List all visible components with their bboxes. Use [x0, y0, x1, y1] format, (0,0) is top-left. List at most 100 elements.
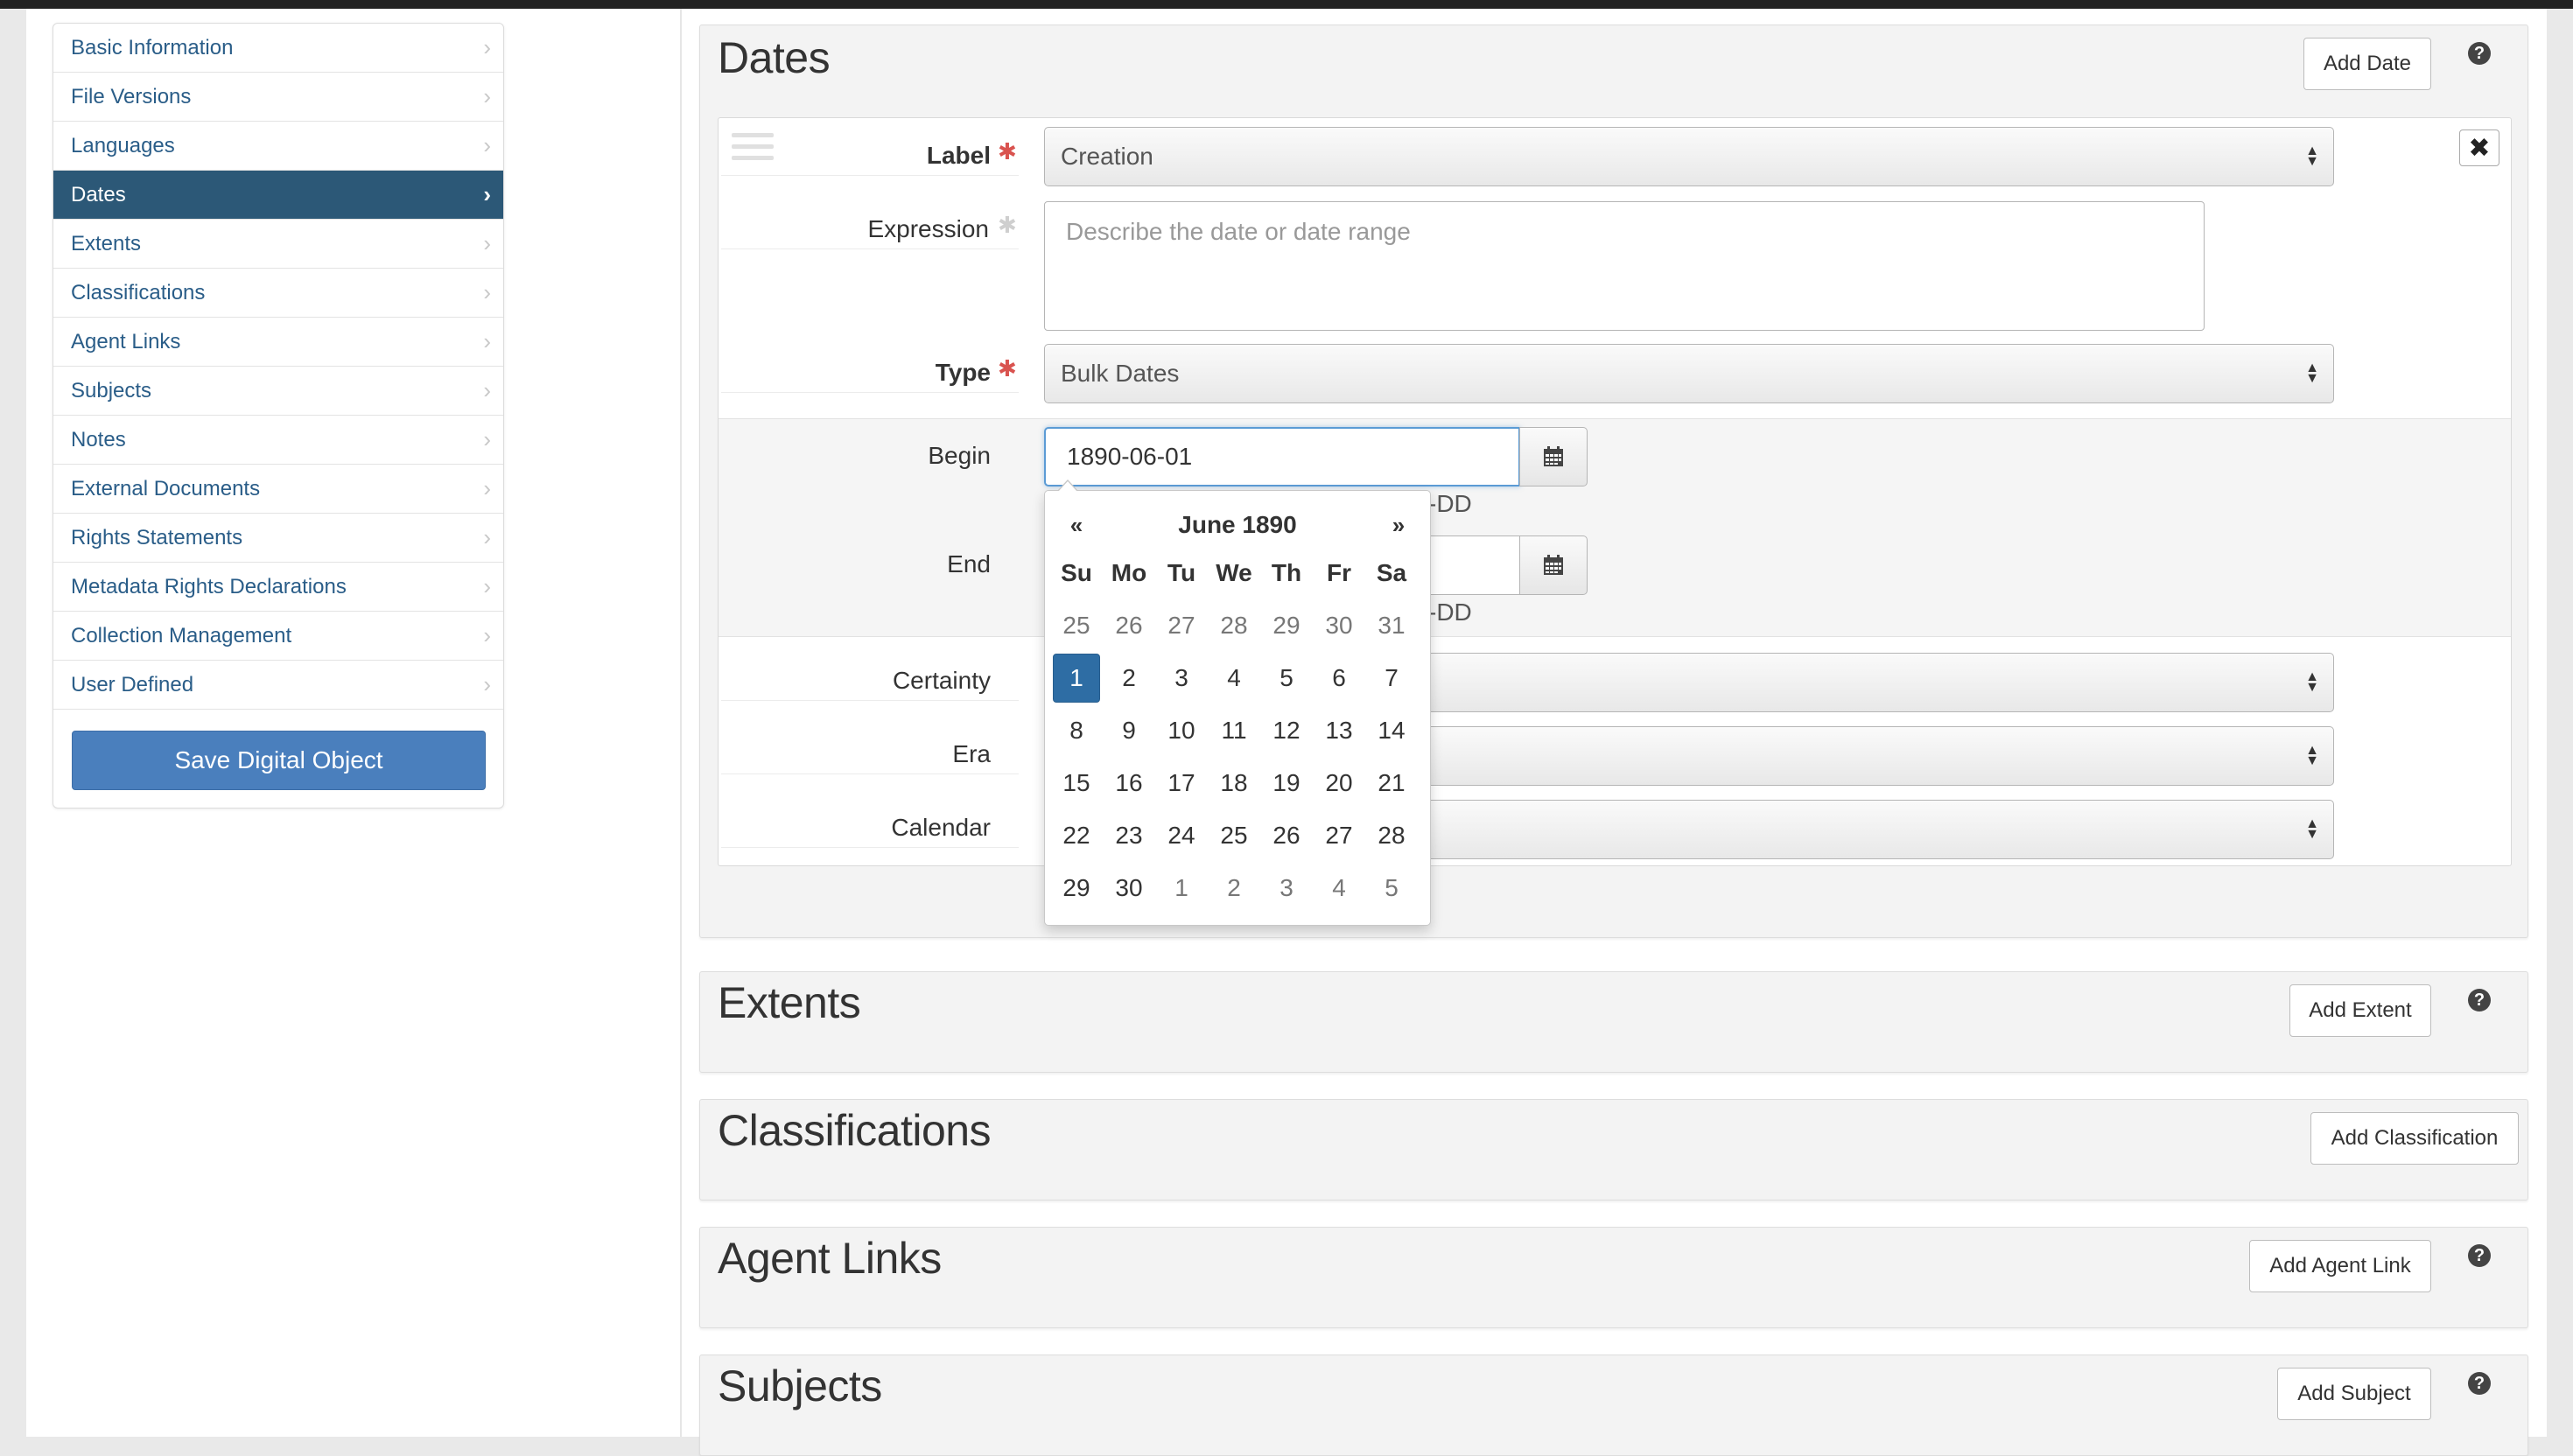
sidebar-item-subjects[interactable]: Subjects ›: [53, 367, 503, 416]
expression-textarea[interactable]: Describe the date or date range: [1044, 201, 2205, 331]
datepicker-day[interactable]: 19: [1260, 757, 1313, 809]
datepicker-day[interactable]: 28: [1365, 809, 1418, 862]
add-agent-link-button[interactable]: Add Agent Link: [2249, 1240, 2431, 1292]
add-classification-button[interactable]: Add Classification: [2310, 1112, 2519, 1165]
datepicker-day-other-month[interactable]: 29: [1260, 599, 1313, 652]
datepicker-day[interactable]: 5: [1260, 652, 1313, 704]
datepicker-day[interactable]: 20: [1313, 757, 1365, 809]
datepicker-day-other-month[interactable]: 3: [1260, 862, 1313, 914]
datepicker-day[interactable]: 4: [1208, 652, 1260, 704]
datepicker-day[interactable]: 11: [1208, 704, 1260, 757]
sidebar-item-label: Dates: [71, 182, 126, 206]
datepicker-day[interactable]: 17: [1155, 757, 1208, 809]
datepicker-day-other-month[interactable]: 4: [1313, 862, 1365, 914]
next-month-button[interactable]: »: [1372, 512, 1425, 539]
datepicker-day[interactable]: 27: [1313, 809, 1365, 862]
sidebar-item-label: Agent Links: [71, 329, 181, 354]
sidebar-item-label: Metadata Rights Declarations: [71, 574, 347, 598]
datepicker-day[interactable]: 26: [1260, 809, 1313, 862]
datepicker-day-other-month[interactable]: 2: [1208, 862, 1260, 914]
sidebar-item-label: Extents: [71, 231, 142, 256]
datepicker-day-other-month[interactable]: 31: [1365, 599, 1418, 652]
end-format-hint: -DD: [1428, 598, 1472, 626]
sidebar-item-label: Classifications: [71, 280, 206, 304]
sidebar-item-languages[interactable]: Languages ›: [53, 122, 503, 171]
add-extent-button[interactable]: Add Extent: [2289, 984, 2431, 1037]
end-calendar-button[interactable]: [1519, 536, 1588, 595]
begin-date-input[interactable]: 1890-06-01: [1044, 427, 1520, 486]
sidebar-item-label: Notes: [71, 427, 126, 452]
help-icon[interactable]: ?: [2468, 989, 2491, 1012]
datepicker-day[interactable]: 6: [1313, 652, 1365, 704]
label-select[interactable]: Creation ▲ ▼: [1044, 127, 2334, 186]
subjects-title: Subjects: [718, 1362, 882, 1410]
datepicker-day[interactable]: 3: [1155, 652, 1208, 704]
sidebar-item-external-documents[interactable]: External Documents ›: [53, 465, 503, 514]
add-subject-button[interactable]: Add Subject: [2277, 1368, 2431, 1420]
divider: [721, 175, 1019, 176]
save-digital-object-button[interactable]: Save Digital Object: [72, 731, 486, 790]
required-icon: ✱: [998, 212, 1017, 238]
begin-calendar-button[interactable]: [1519, 427, 1588, 486]
sidebar-item-agent-links[interactable]: Agent Links ›: [53, 318, 503, 367]
remove-subrecord-icon[interactable]: ✖: [2459, 130, 2499, 166]
datepicker-day[interactable]: 24: [1155, 809, 1208, 862]
datepicker-day[interactable]: 18: [1208, 757, 1260, 809]
sidebar-item-file-versions[interactable]: File Versions ›: [53, 73, 503, 122]
sidebar-item-dates[interactable]: Dates ›: [53, 171, 503, 220]
end-field-label: End: [947, 550, 991, 578]
help-icon[interactable]: ?: [2468, 42, 2491, 65]
datepicker-day[interactable]: 10: [1155, 704, 1208, 757]
datepicker-day[interactable]: 14: [1365, 704, 1418, 757]
datepicker-day[interactable]: 22: [1050, 809, 1103, 862]
datepicker-day[interactable]: 15: [1050, 757, 1103, 809]
datepicker-grid: Su Mo Tu We Th Fr Sa 25 26 27 28 29 30 31 1 2 3 4 5 6 7 8 9 10 1…: [1050, 547, 1425, 914]
datepicker-day[interactable]: 25: [1208, 809, 1260, 862]
datepicker-day[interactable]: 16: [1103, 757, 1155, 809]
sidebar-item-user-defined[interactable]: User Defined ›: [53, 661, 503, 710]
datepicker-day[interactable]: 7: [1365, 652, 1418, 704]
chevron-right-icon: ›: [483, 426, 491, 452]
help-icon[interactable]: ?: [2468, 1372, 2491, 1395]
datepicker-day[interactable]: 29: [1050, 862, 1103, 914]
select-arrows-icon: ▲ ▼: [2305, 816, 2319, 842]
datepicker-day[interactable]: 2: [1103, 652, 1155, 704]
datepicker-day[interactable]: 21: [1365, 757, 1418, 809]
begin-format-hint: -DD: [1428, 490, 1472, 517]
add-date-button[interactable]: Add Date: [2303, 38, 2431, 90]
help-icon[interactable]: ?: [2468, 1244, 2491, 1267]
prev-month-button[interactable]: «: [1050, 512, 1103, 539]
sidebar-item-metadata-rights-declarations[interactable]: Metadata Rights Declarations ›: [53, 563, 503, 612]
datepicker-day-other-month[interactable]: 27: [1155, 599, 1208, 652]
datepicker-day-other-month[interactable]: 5: [1365, 862, 1418, 914]
datepicker-day[interactable]: 12: [1260, 704, 1313, 757]
datepicker-day[interactable]: 9: [1103, 704, 1155, 757]
chevron-right-icon: ›: [483, 622, 491, 648]
sidebar-item-rights-statements[interactable]: Rights Statements ›: [53, 514, 503, 563]
sidebar-item-extents[interactable]: Extents ›: [53, 220, 503, 269]
calendar-icon: [1544, 446, 1563, 466]
sidebar-item-basic-information[interactable]: Basic Information ›: [53, 24, 503, 73]
extents-title: Extents: [718, 978, 861, 1027]
chevron-right-icon: ›: [483, 671, 491, 697]
datepicker-day[interactable]: 1: [1053, 654, 1100, 703]
datepicker-day-other-month[interactable]: 26: [1103, 599, 1155, 652]
datepicker-day[interactable]: 23: [1103, 809, 1155, 862]
select-arrows-icon: ▲ ▼: [2305, 669, 2319, 695]
weekday-header: Su: [1061, 559, 1092, 586]
sidebar-item-notes[interactable]: Notes ›: [53, 416, 503, 465]
sidebar-item-collection-management[interactable]: Collection Management ›: [53, 612, 503, 661]
calendar-icon: [1544, 555, 1563, 575]
datepicker-month-title[interactable]: June 1890: [1103, 511, 1372, 539]
datepicker-day[interactable]: 8: [1050, 704, 1103, 757]
datepicker-day-other-month[interactable]: 28: [1208, 599, 1260, 652]
type-select[interactable]: Bulk Dates ▲ ▼: [1044, 344, 2334, 403]
datepicker-day-other-month[interactable]: 1: [1155, 862, 1208, 914]
sidebar-item-classifications[interactable]: Classifications ›: [53, 269, 503, 318]
datepicker-day-other-month[interactable]: 30: [1313, 599, 1365, 652]
chevron-right-icon: ›: [483, 524, 491, 550]
datepicker-day-other-month[interactable]: 25: [1050, 599, 1103, 652]
datepicker-day[interactable]: 30: [1103, 862, 1155, 914]
weekday-header: Th: [1271, 559, 1302, 586]
datepicker-day[interactable]: 13: [1313, 704, 1365, 757]
